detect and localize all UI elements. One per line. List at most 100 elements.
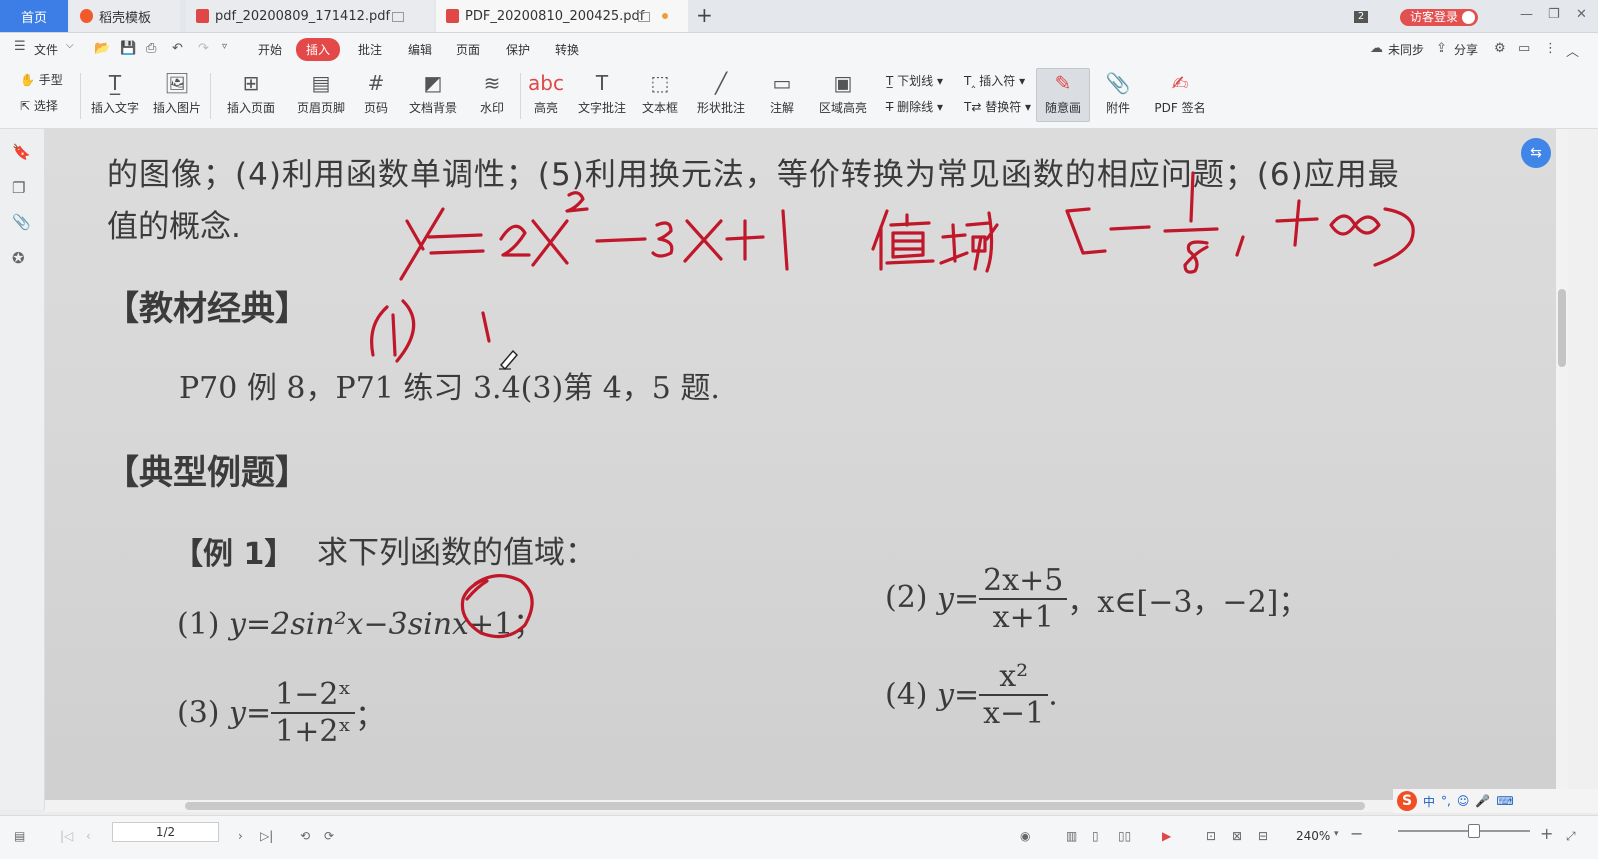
replace-mark-button[interactable]: T⇄ 替换符 ▾ bbox=[964, 98, 1031, 115]
tab-pdf-2[interactable]: PDF_20200810_200425.pdf bbox=[436, 0, 688, 32]
page-number-button[interactable]: # 页码 bbox=[358, 69, 394, 116]
share-button[interactable]: 分享 bbox=[1454, 41, 1478, 58]
eye-protect-icon[interactable]: ◉ bbox=[1020, 829, 1030, 843]
save-icon[interactable]: 💾 bbox=[120, 41, 136, 56]
menu-protect[interactable]: 保护 bbox=[506, 41, 530, 58]
insert-text-button[interactable]: T̲ 插入文字 bbox=[88, 69, 142, 116]
play-icon[interactable]: ▶ bbox=[1162, 829, 1171, 843]
print-icon[interactable]: ⎙ bbox=[146, 41, 156, 56]
zoom-in-icon[interactable]: + bbox=[1540, 824, 1553, 843]
fit-page-icon[interactable]: ⊠ bbox=[1232, 829, 1242, 843]
zoom-slider-track[interactable] bbox=[1398, 830, 1530, 832]
restore-icon[interactable]: ❐ bbox=[1548, 7, 1560, 22]
menu-convert[interactable]: 转换 bbox=[555, 41, 579, 58]
ime-keyboard-icon[interactable]: ⌨ bbox=[1496, 794, 1513, 808]
first-page-icon[interactable]: |◁ bbox=[60, 829, 73, 843]
header-footer-button[interactable]: ▤ 页眉页脚 bbox=[290, 69, 352, 116]
insert-page-button[interactable]: ⊞ 插入页面 bbox=[220, 69, 282, 116]
page-number-input[interactable]: 1/2 bbox=[112, 822, 219, 842]
ime-punct[interactable]: °, bbox=[1441, 794, 1451, 808]
more-icon[interactable]: ⋮ bbox=[1544, 41, 1557, 56]
fit-width-icon[interactable]: ⊟ bbox=[1258, 829, 1268, 843]
ink-annotations[interactable] bbox=[45, 129, 1556, 810]
feedback-icon[interactable]: ▭ bbox=[1518, 41, 1530, 56]
watermark-button[interactable]: ≋ 水印 bbox=[472, 69, 512, 116]
continuous-view-icon[interactable]: ▥ bbox=[1066, 829, 1077, 843]
horizontal-scroll-thumb[interactable] bbox=[185, 802, 1365, 810]
hamburger-icon[interactable]: ☰ bbox=[14, 39, 26, 54]
tab-home[interactable]: 首页 bbox=[0, 0, 68, 32]
rotate-right-icon[interactable]: ⟳ bbox=[324, 829, 334, 843]
next-page-icon[interactable]: › bbox=[238, 829, 243, 843]
open-icon[interactable]: 📂 bbox=[94, 41, 110, 56]
actual-size-icon[interactable]: ⊡ bbox=[1206, 829, 1216, 843]
undo-icon[interactable]: ↶ bbox=[172, 41, 183, 56]
chevron-down-icon[interactable]: ⌵ bbox=[66, 40, 74, 51]
select-tool[interactable]: ⇱ 选择 bbox=[20, 97, 58, 114]
highlight-button[interactable]: abc 高亮 bbox=[528, 69, 564, 116]
prev-page-icon[interactable]: ‹ bbox=[86, 829, 91, 843]
pdf-sign-button[interactable]: ✍ PDF 签名 bbox=[1150, 69, 1210, 116]
textbox-button[interactable]: ⬚ 文本框 bbox=[640, 69, 680, 116]
zoom-level[interactable]: 240% bbox=[1296, 829, 1330, 843]
insert-image-button[interactable]: 🖼 插入图片 bbox=[150, 69, 204, 116]
strikethrough-button[interactable]: T̶ 删除线 ▾ bbox=[886, 98, 943, 115]
collapse-ribbon-icon[interactable]: ︿ bbox=[1566, 41, 1579, 60]
stamp-icon[interactable]: ✪ bbox=[12, 249, 25, 267]
monitor-icon[interactable] bbox=[638, 12, 650, 22]
zoom-dropdown-icon[interactable]: ▾ bbox=[1334, 829, 1339, 839]
window-count-badge[interactable]: 2 bbox=[1354, 11, 1368, 23]
vertical-scroll-thumb[interactable] bbox=[1558, 289, 1566, 367]
sogou-icon[interactable]: S bbox=[1397, 791, 1417, 811]
attachment-button[interactable]: 📎 附件 bbox=[1100, 69, 1136, 116]
menu-start[interactable]: 开始 bbox=[258, 41, 282, 58]
tab-templates[interactable]: 稻壳模板 bbox=[70, 0, 180, 32]
note-button[interactable]: ▭ 注解 bbox=[762, 69, 802, 116]
attachment-panel-icon[interactable]: 📎 bbox=[12, 213, 31, 231]
sidebar-toggle-icon[interactable]: ▤ bbox=[14, 829, 25, 843]
ime-mode[interactable]: 中 bbox=[1423, 793, 1435, 810]
hand-tool[interactable]: ✋ 手型 bbox=[20, 71, 63, 88]
tab-pdf-1[interactable]: pdf_20200809_171412.pdf bbox=[186, 0, 434, 32]
cloud-sync-icon[interactable]: ☁ bbox=[1370, 41, 1383, 56]
ime-emoji-icon[interactable]: ☺ bbox=[1457, 794, 1470, 808]
customize-icon[interactable]: ▿ bbox=[222, 41, 227, 52]
shape-comment-button[interactable]: ╱ 形状批注 bbox=[690, 69, 752, 116]
ime-toolbar[interactable]: S 中 °, ☺ 🎤 ⌨ bbox=[1393, 789, 1598, 813]
menu-edit[interactable]: 编辑 bbox=[408, 41, 432, 58]
menu-file[interactable]: 文件 bbox=[34, 41, 58, 58]
floating-convert-button[interactable]: ⇆ bbox=[1521, 138, 1551, 168]
vertical-scrollbar[interactable] bbox=[1556, 129, 1568, 810]
insert-mark-button[interactable]: T‸ 插入符 ▾ bbox=[964, 72, 1025, 89]
background-icon: ◩ bbox=[423, 71, 443, 95]
minimize-icon[interactable]: — bbox=[1520, 7, 1533, 22]
text-comment-button[interactable]: T 文字批注 bbox=[576, 69, 628, 116]
menu-page[interactable]: 页面 bbox=[456, 41, 480, 58]
freehand-button[interactable]: ✎ 随意画 bbox=[1036, 68, 1090, 122]
zoom-out-icon[interactable]: − bbox=[1350, 824, 1363, 843]
share-icon[interactable]: ⇪ bbox=[1436, 41, 1447, 56]
close-icon[interactable]: ✕ bbox=[1576, 7, 1587, 22]
sync-status[interactable]: 未同步 bbox=[1388, 41, 1424, 58]
rotate-left-icon[interactable]: ⟲ bbox=[300, 829, 310, 843]
fullscreen-icon[interactable]: ⤢ bbox=[1566, 829, 1576, 844]
double-page-icon[interactable]: ▯▯ bbox=[1118, 829, 1131, 843]
menu-comment[interactable]: 批注 bbox=[358, 41, 382, 58]
last-page-icon[interactable]: ▷| bbox=[260, 829, 273, 843]
bookmark-icon[interactable]: 🔖 bbox=[12, 143, 31, 161]
area-highlight-button[interactable]: ▣ 区域高亮 bbox=[812, 69, 874, 116]
zoom-slider-knob[interactable] bbox=[1468, 824, 1480, 838]
menu-insert[interactable]: 插入 bbox=[296, 38, 341, 61]
monitor-icon[interactable] bbox=[392, 12, 404, 22]
horizontal-scrollbar[interactable] bbox=[45, 800, 1556, 812]
ime-voice-icon[interactable]: 🎤 bbox=[1475, 794, 1490, 808]
thumbnail-icon[interactable]: ❐ bbox=[12, 179, 25, 197]
doc-background-button[interactable]: ◩ 文档背景 bbox=[402, 69, 464, 116]
login-button[interactable]: 访客登录 bbox=[1400, 9, 1478, 26]
document-page[interactable]: 的图像；(4)利用函数单调性；(5)利用换元法，等价转换为常见函数的相应问题；(… bbox=[45, 129, 1556, 810]
settings-icon[interactable]: ⚙ bbox=[1494, 41, 1506, 56]
redo-icon[interactable]: ↷ bbox=[198, 41, 209, 56]
new-tab-button[interactable]: + bbox=[696, 3, 713, 27]
underline-button[interactable]: T̲ 下划线 ▾ bbox=[886, 72, 943, 89]
single-page-icon[interactable]: ▯ bbox=[1092, 829, 1099, 843]
